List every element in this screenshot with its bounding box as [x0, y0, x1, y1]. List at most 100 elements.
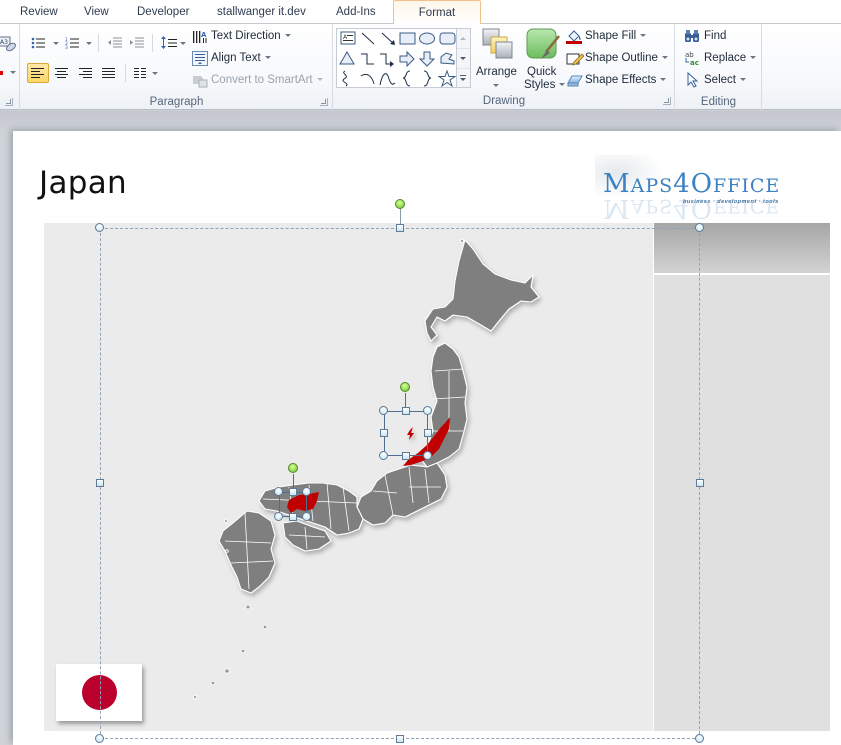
right-arrow-shape-icon[interactable] [399, 50, 415, 68]
elbow-connector-shape-icon[interactable] [361, 53, 374, 65]
niigata-handle-bottom-right[interactable] [423, 451, 432, 460]
hiroshima-handle-top-right[interactable] [302, 487, 311, 496]
curve-shape-icon[interactable] [379, 73, 396, 86]
hiroshima-handle-bottom-left[interactable] [274, 512, 283, 521]
triangle-shape-icon[interactable] [339, 51, 355, 65]
slide-canvas: Japan MAPS4OFFICE MAPS4OFFICE business ·… [13, 131, 841, 745]
left-brace-shape-icon[interactable] [402, 70, 411, 87]
paragraph-group: 1 2 3 A Text Direction Align Text Conver… [21, 24, 333, 110]
scribble-shape-icon[interactable] [342, 70, 348, 87]
gallery-scroll-down[interactable] [457, 49, 470, 69]
select-button[interactable]: Select [704, 74, 746, 86]
numbering-icon[interactable]: 1 2 3 [65, 37, 81, 49]
replace-icon[interactable]: ab ac [684, 50, 702, 66]
hiroshima-handle-bottom-right[interactable] [302, 512, 311, 521]
rounded-rect-shape-icon[interactable] [439, 32, 456, 45]
niigata-handle-top-right[interactable] [423, 406, 432, 415]
shape-fill-icon[interactable] [565, 29, 583, 45]
hiroshima-rotate-handle[interactable] [288, 463, 298, 473]
columns-icon[interactable] [134, 68, 148, 79]
font-color-dropdown[interactable] [10, 71, 16, 74]
align-text-button[interactable]: Align Text [211, 52, 271, 64]
tab-add-ins[interactable]: Add-Ins [336, 0, 376, 24]
niigata-handle-top[interactable] [402, 407, 410, 415]
shape-outline-icon[interactable] [566, 52, 584, 66]
align-left-icon [31, 68, 44, 78]
down-arrow-shape-icon[interactable] [418, 51, 436, 67]
tab-review[interactable]: Review [20, 0, 58, 24]
oval-shape-icon[interactable] [419, 32, 435, 45]
line-spacing-icon[interactable] [161, 36, 179, 50]
elbow-arrow-shape-icon[interactable] [380, 53, 394, 67]
bullets-dropdown[interactable] [53, 42, 59, 45]
decrease-indent-icon[interactable] [107, 37, 123, 49]
align-center-icon[interactable] [55, 68, 69, 79]
increase-indent-icon[interactable] [129, 37, 145, 49]
gallery-more-button[interactable] [457, 69, 470, 89]
niigata-handle-bottom-left[interactable] [379, 451, 388, 460]
columns-dropdown[interactable] [152, 72, 158, 75]
rectangle-shape-icon[interactable] [399, 32, 416, 45]
smartart-icon[interactable] [192, 73, 208, 88]
niigata-handle-right[interactable] [424, 429, 432, 437]
niigata-handle-top-left[interactable] [379, 406, 388, 415]
eraser-icon[interactable]: A3 [0, 36, 16, 52]
find-icon[interactable] [684, 29, 700, 43]
replace-button[interactable]: Replace [704, 52, 757, 64]
hiroshima-handle-top[interactable] [289, 488, 297, 496]
resize-handle-top[interactable] [396, 224, 404, 232]
tab-view[interactable]: View [84, 0, 109, 24]
shape-effects-button[interactable]: Shape Effects [585, 74, 667, 86]
shape-outline-button[interactable]: Shape Outline [585, 52, 668, 64]
convert-smartart-button[interactable]: Convert to SmartArt [211, 74, 323, 86]
right-brace-shape-icon[interactable] [423, 70, 432, 87]
hiroshima-handle-bottom[interactable] [289, 513, 297, 521]
text-direction-button[interactable]: Text Direction [211, 30, 291, 42]
resize-handle-right[interactable] [696, 479, 704, 487]
font-color-swatch[interactable] [0, 71, 3, 75]
star-shape-icon[interactable] [437, 69, 457, 88]
resize-handle-bottom-right[interactable] [695, 734, 704, 743]
select-label: Select [704, 74, 736, 86]
svg-text:3: 3 [65, 45, 68, 49]
align-text-dropdown [264, 56, 271, 60]
niigata-handle-left[interactable] [380, 429, 388, 437]
text-box-shape-icon[interactable]: A [340, 31, 356, 45]
niigata-handle-bottom[interactable] [402, 452, 410, 460]
resize-handle-top-right[interactable] [695, 223, 704, 232]
resize-handle-left[interactable] [96, 479, 104, 487]
paragraph-launcher[interactable] [320, 98, 328, 106]
hiroshima-handle-top-left[interactable] [274, 487, 283, 496]
numbering-dropdown[interactable] [86, 42, 92, 45]
line-spacing-dropdown[interactable] [180, 42, 186, 45]
convert-smartart-label: Convert to SmartArt [211, 74, 313, 86]
resize-handle-bottom-left[interactable] [95, 734, 104, 743]
font-launcher[interactable] [5, 98, 13, 106]
resize-handle-top-left[interactable] [95, 223, 104, 232]
find-button[interactable]: Find [704, 30, 726, 42]
line-shape-icon[interactable] [361, 32, 375, 45]
tab-format[interactable]: Format [393, 0, 481, 25]
justify-icon[interactable] [102, 68, 116, 79]
arc-shape-icon[interactable] [360, 73, 375, 85]
niigata-rotate-handle[interactable] [400, 382, 410, 392]
drawing-launcher[interactable] [663, 97, 671, 105]
gallery-scroll-up[interactable] [457, 29, 470, 49]
shape-fill-label: Shape Fill [585, 30, 637, 42]
tab-developer[interactable]: Developer [137, 0, 189, 24]
select-cursor-icon[interactable] [686, 72, 700, 88]
bullets-icon[interactable] [31, 37, 47, 49]
map-rotate-handle[interactable] [395, 199, 405, 209]
text-direction-icon[interactable]: A [192, 30, 208, 44]
arrow-line-shape-icon[interactable] [381, 32, 395, 45]
freeform-shape-icon[interactable] [440, 52, 455, 65]
align-right-icon[interactable] [79, 68, 93, 79]
tab-stallwanger[interactable]: stallwanger it.dev [217, 0, 306, 24]
align-text-icon[interactable] [192, 51, 208, 66]
shape-fill-button[interactable]: Shape Fill [585, 30, 647, 42]
quick-styles-button[interactable]: Quick Styles [523, 26, 566, 92]
shape-effects-icon[interactable] [566, 73, 584, 89]
arrange-button[interactable]: Arrange [476, 26, 520, 92]
resize-handle-bottom[interactable] [396, 735, 404, 743]
select-dropdown [739, 78, 746, 82]
